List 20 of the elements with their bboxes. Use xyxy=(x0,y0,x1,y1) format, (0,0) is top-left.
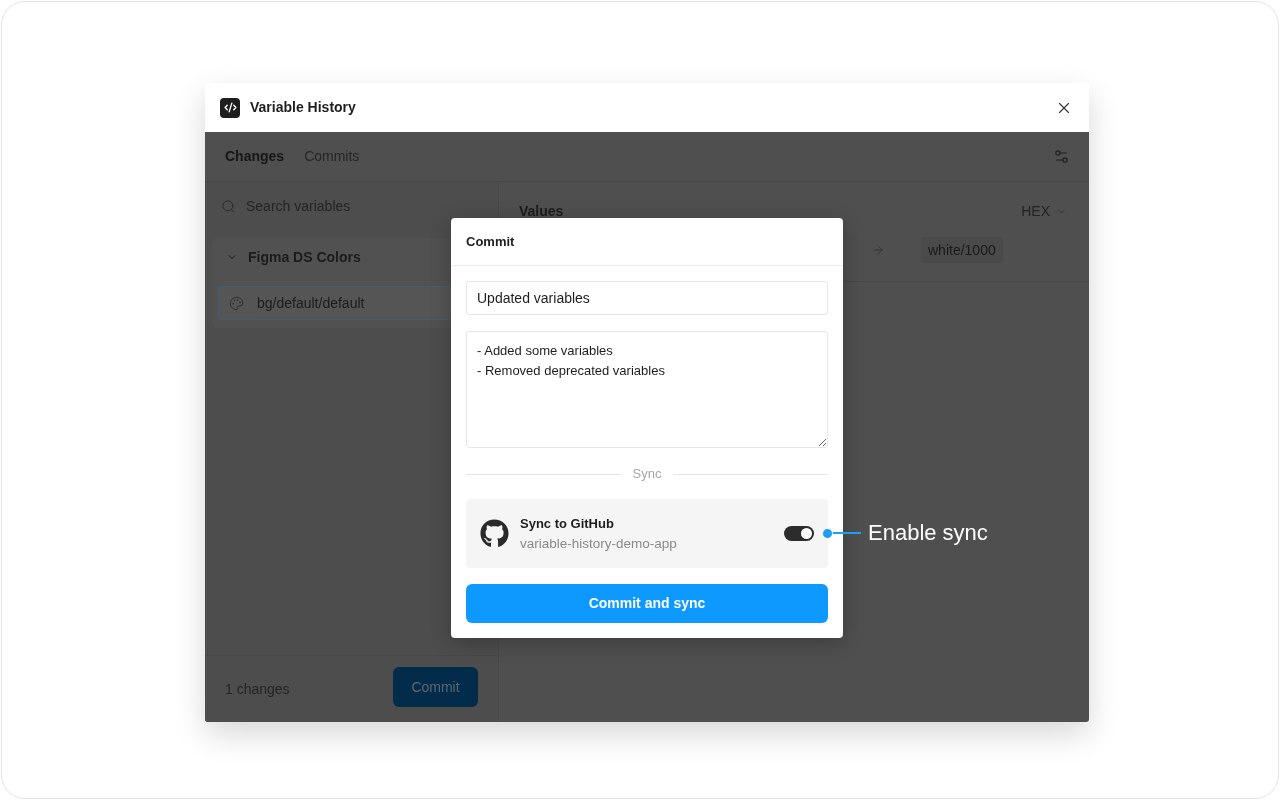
search-icon xyxy=(221,198,236,214)
section-label: Sync xyxy=(632,465,662,484)
summary-input[interactable]: Updated variables xyxy=(466,281,828,315)
callout-label: Enable sync xyxy=(868,520,988,546)
dialog-title: Commit xyxy=(466,232,515,251)
sliders-icon xyxy=(1052,148,1070,165)
variable-name: bg/default/default xyxy=(257,293,365,313)
commit-button[interactable]: Commit xyxy=(393,667,478,707)
repository-name: variable-history-demo-app xyxy=(520,534,677,553)
arrow-right-icon xyxy=(871,243,885,257)
palette-icon xyxy=(229,295,244,311)
leader-line xyxy=(833,532,861,534)
github-logo-icon xyxy=(480,519,509,548)
commit-and-sync-button[interactable]: Commit and sync xyxy=(466,584,828,623)
window-title: Variable History xyxy=(250,98,356,117)
sync-toggle[interactable] xyxy=(784,526,814,541)
description-textarea[interactable]: - Added some variables - Removed deprecated variables xyxy=(466,331,828,448)
code-icon xyxy=(220,97,240,118)
tab[interactable]: Changes xyxy=(225,146,285,167)
sync-title: Sync to GitHub xyxy=(520,514,615,532)
